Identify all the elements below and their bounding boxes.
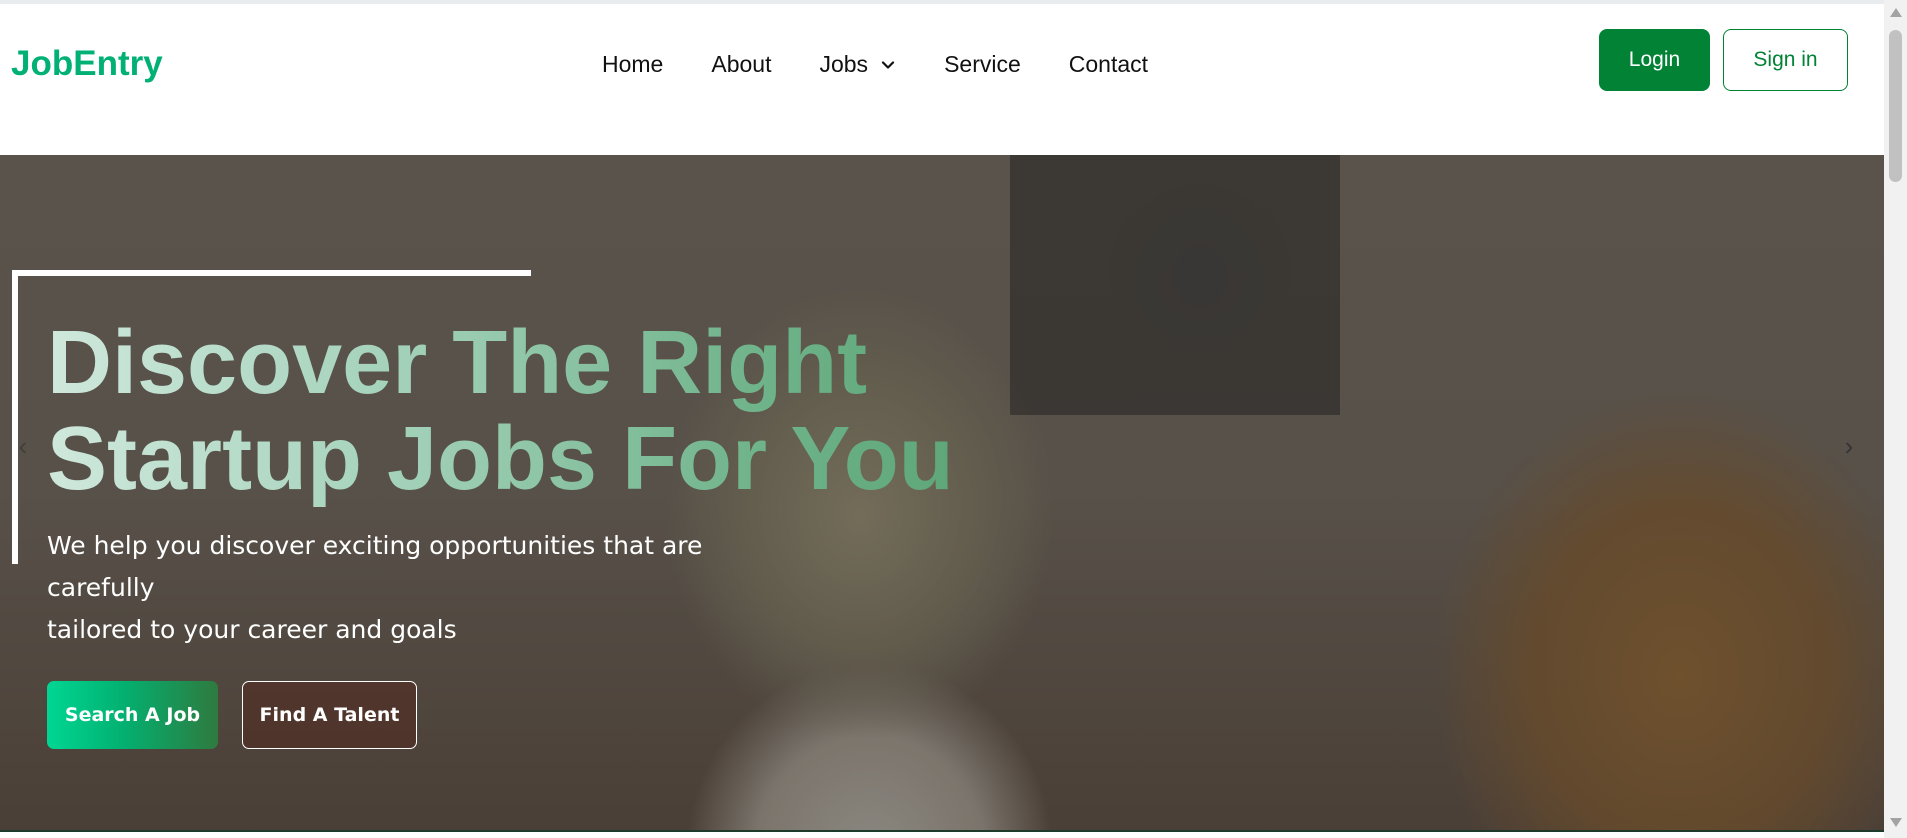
main-nav: Home About Jobs Service Contact (602, 51, 1148, 78)
page-scrollbar[interactable] (1884, 0, 1907, 838)
hero-bottom-edge (0, 830, 1884, 832)
hero-subtitle: We help you discover exciting opportunit… (47, 525, 807, 651)
nav-item-jobs-label: Jobs (819, 51, 869, 77)
hero-subtitle-line-2: tailored to your career and goals (47, 615, 457, 644)
scroll-up-arrow-icon[interactable] (1890, 8, 1902, 17)
find-talent-button[interactable]: Find A Talent (242, 681, 417, 749)
nav-item-service[interactable]: Service (944, 51, 1021, 78)
hero-title-line-1: Discover The Right (47, 313, 868, 413)
scroll-down-arrow-icon[interactable] (1890, 818, 1902, 827)
scrollbar-thumb[interactable] (1889, 30, 1902, 182)
search-job-button[interactable]: Search A Job (47, 681, 218, 749)
nav-item-jobs[interactable]: Jobs (819, 51, 896, 78)
nav-item-contact[interactable]: Contact (1069, 51, 1148, 78)
hero-title: Discover The Right Startup Jobs For You (47, 315, 1147, 507)
hero-carousel: Discover The Right Startup Jobs For You … (0, 155, 1884, 832)
sign-in-button[interactable]: Sign in (1723, 29, 1848, 91)
hero-title-line-2: Startup Jobs For You (47, 409, 954, 509)
chevron-left-icon[interactable]: ‹ (12, 431, 34, 461)
hero-subtitle-line-1: We help you discover exciting opportunit… (47, 531, 703, 602)
hero-frame-left (12, 270, 18, 564)
hero-frame-top (12, 270, 531, 276)
chevron-right-icon[interactable]: › (1838, 431, 1860, 461)
nav-item-home[interactable]: Home (602, 51, 663, 78)
login-button[interactable]: Login (1599, 29, 1710, 91)
nav-item-about[interactable]: About (711, 51, 771, 78)
navbar: JobEntry Home About Jobs Service Contact… (0, 4, 1884, 154)
brand-logo[interactable]: JobEntry (11, 44, 163, 84)
chevron-down-icon (881, 60, 895, 69)
